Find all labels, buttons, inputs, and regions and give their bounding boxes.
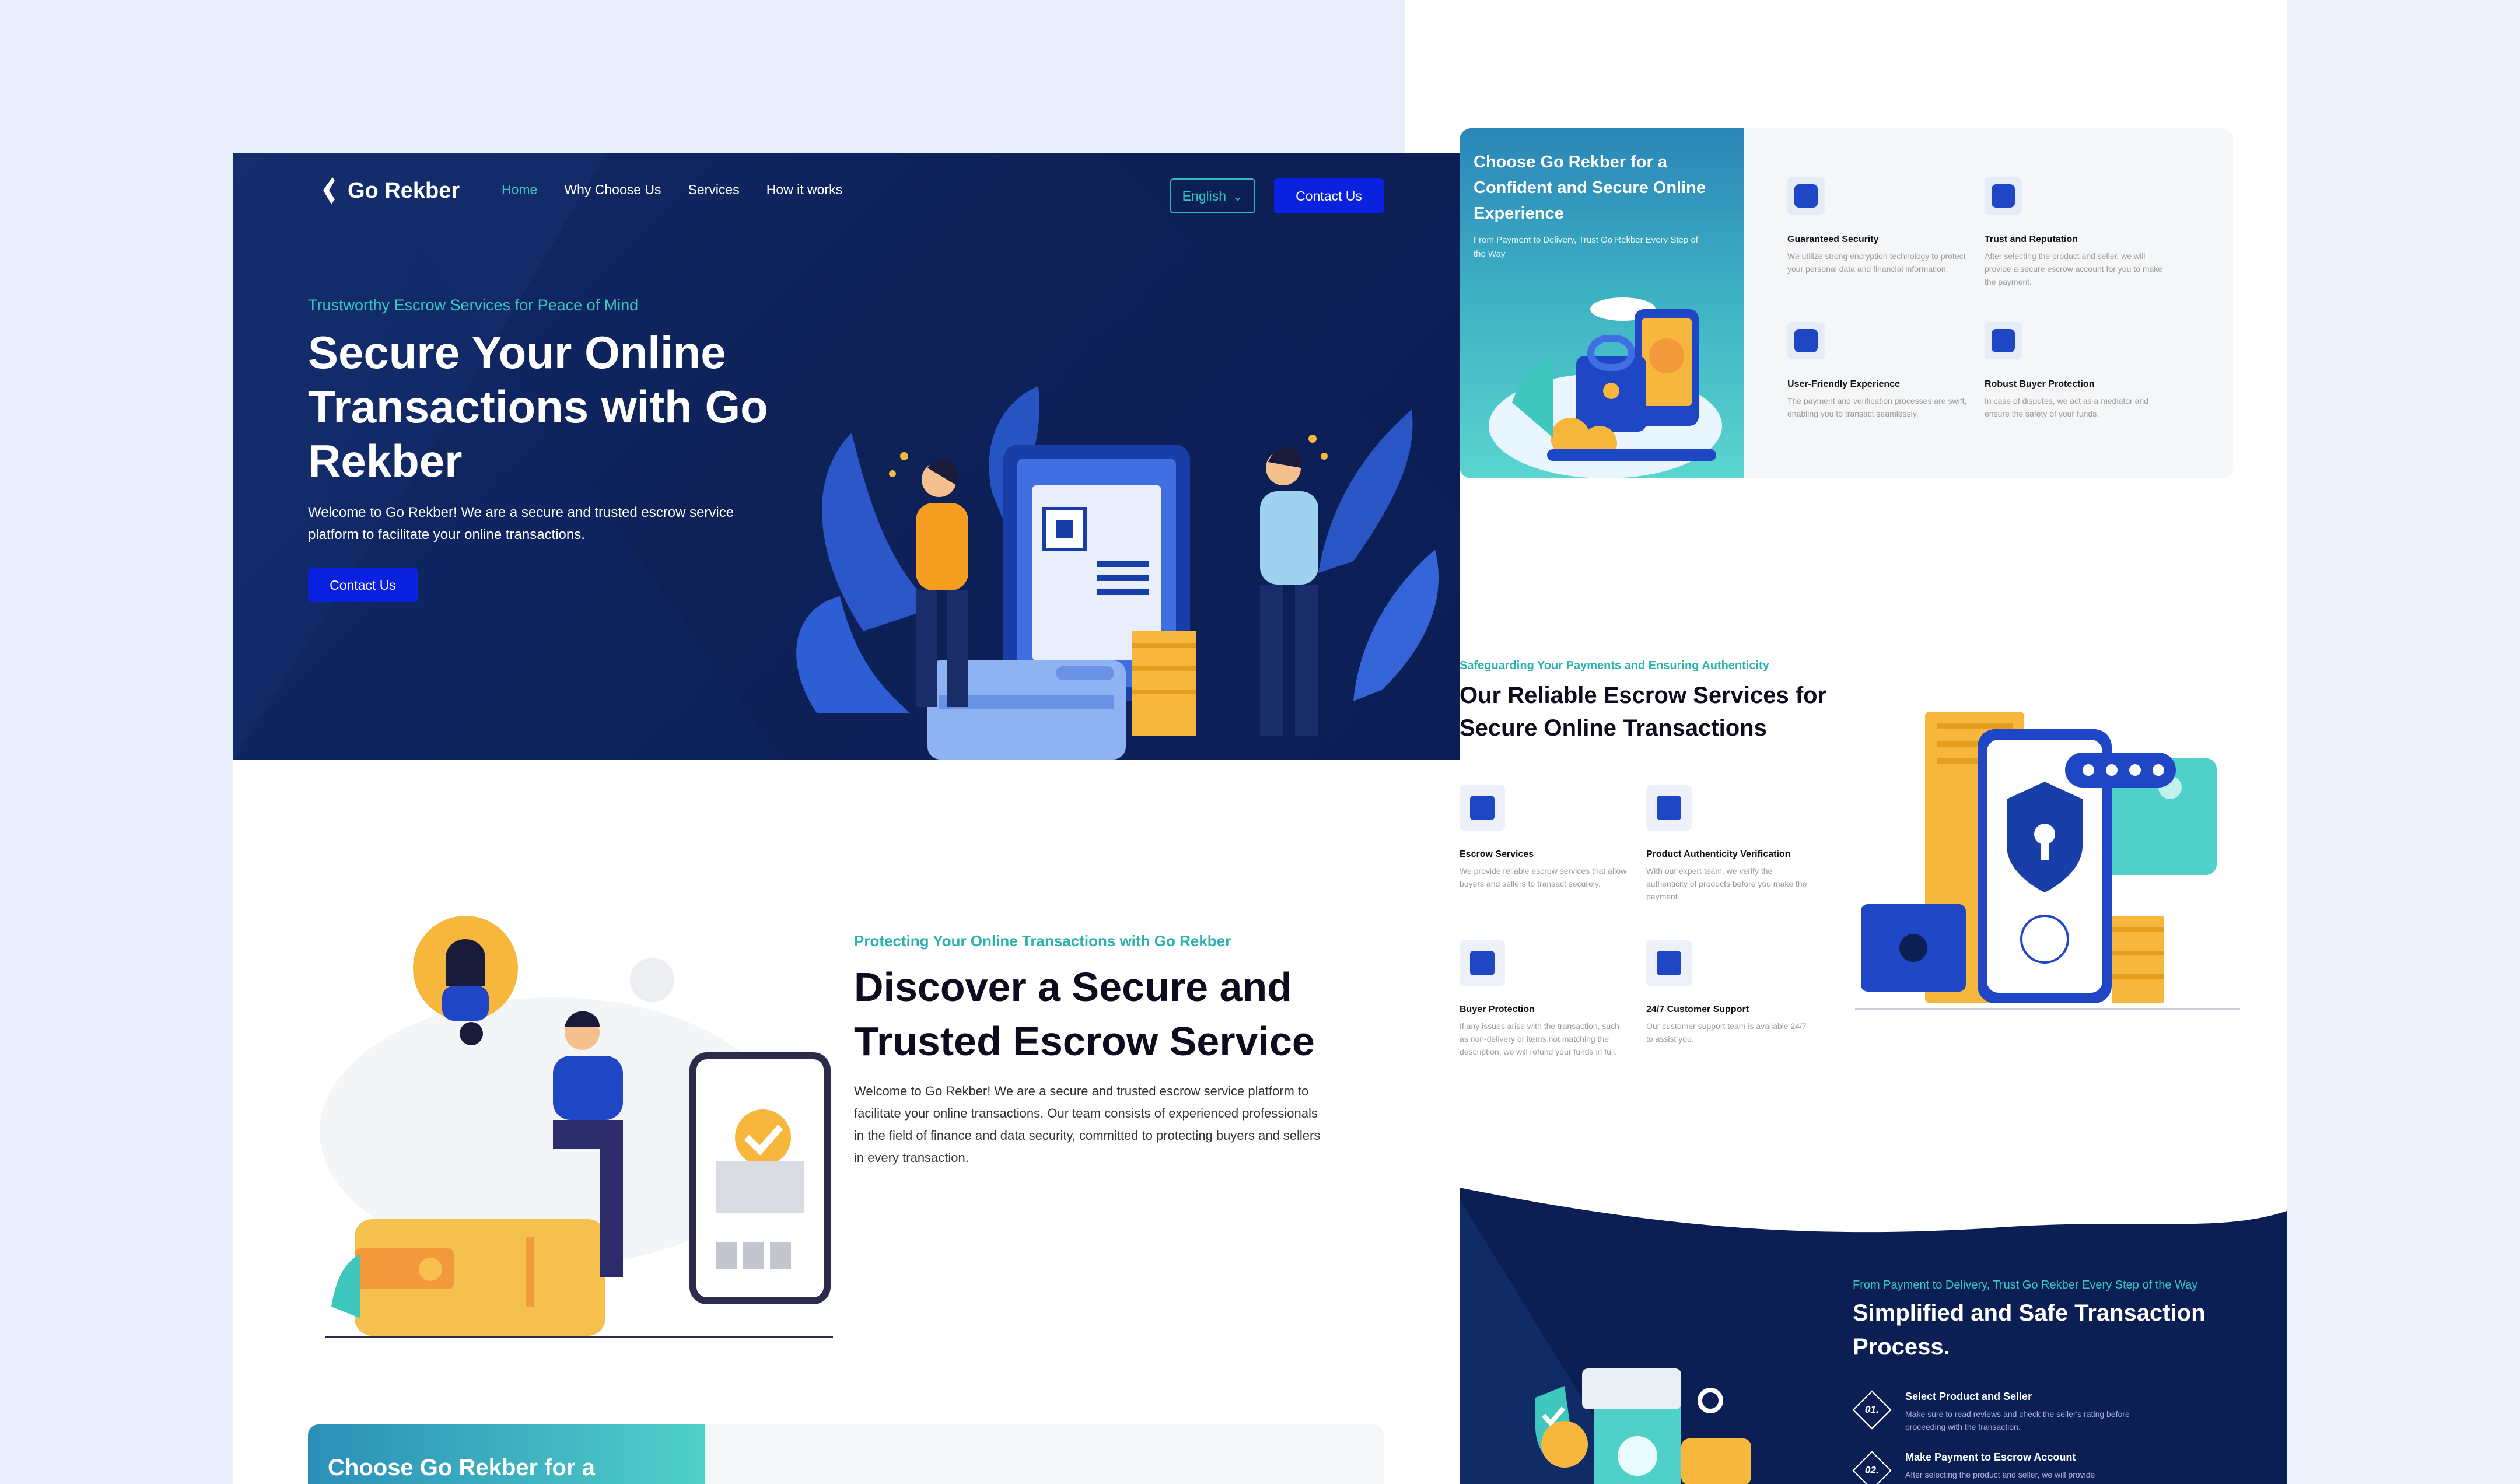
escrow-icon <box>1460 785 1505 831</box>
hero-title: Secure Your Online Transactions with Go … <box>308 327 768 487</box>
brand-logo[interactable]: Go Rekber <box>320 176 460 205</box>
feature-description: We utilize strong encryption technology … <box>1787 251 1966 274</box>
buyer-protection-icon <box>1460 940 1505 986</box>
nav-link-services[interactable]: Services <box>688 182 740 198</box>
service-description: We provide reliable escrow services that… <box>1460 866 1627 888</box>
verification-icon <box>1646 785 1692 831</box>
smile-icon <box>1787 322 1825 359</box>
hero-contact-button[interactable]: Contact Us <box>308 568 418 602</box>
feature-user-friendly: User-Friendly Experience The payment and… <box>1787 322 1974 420</box>
shield-icon <box>1787 177 1825 215</box>
nav-link-why-choose-us[interactable]: Why Choose Us <box>564 182 661 198</box>
feature-description: In case of disputes, we act as a mediato… <box>1985 396 2148 418</box>
language-value: English <box>1182 188 1227 204</box>
feature-description: The payment and verification processes a… <box>1787 396 1967 418</box>
feature-title: Robust Buyer Protection <box>1985 379 2095 389</box>
service-title: Escrow Services <box>1460 849 1534 859</box>
why-choose-illustration <box>1489 298 1722 478</box>
process-section: From Payment to Delivery, Trust Go Rekbe… <box>1460 1188 2287 1484</box>
discover-eyebrow: Protecting Your Online Transactions with… <box>854 932 1231 950</box>
landing-page-desktop: Go Rekber Home Why Choose Us Services Ho… <box>233 153 1460 1484</box>
buyer-protection-icon <box>1985 322 2022 359</box>
hero-description: Welcome to Go Rekber! We are a secure an… <box>308 505 734 542</box>
nav-links: Home Why Choose Us Services How it works <box>502 182 842 198</box>
service-authenticity: Product Authenticity Verification With o… <box>1646 785 1815 903</box>
services-title: Our Reliable Escrow Services for Secure … <box>1460 682 1827 741</box>
service-description: With our expert team, we verify the auth… <box>1646 866 1807 901</box>
why-choose-subtitle: From Payment to Delivery, Trust Go Rekbe… <box>1474 235 1698 259</box>
service-title: Buyer Protection <box>1460 1005 1535 1014</box>
service-customer-support: 24/7 Customer Support Our customer suppo… <box>1646 940 1815 1045</box>
services-eyebrow: Safeguarding Your Payments and Ensuring … <box>1460 659 1769 672</box>
brand-name: Go Rekber <box>348 178 460 203</box>
service-title: Product Authenticity Verification <box>1646 849 1791 859</box>
hero-eyebrow: Trustworthy Escrow Services for Peace of… <box>308 296 639 314</box>
process-title: Simplified and Safe Transaction Process. <box>1853 1300 2206 1360</box>
feature-title: Guaranteed Security <box>1787 235 1879 244</box>
step-description: After selecting the product and seller, … <box>1905 1470 2095 1479</box>
feature-guaranteed-security: Guaranteed Security We utilize strong en… <box>1787 177 1974 275</box>
chevron-down-icon: ⌄ <box>1232 188 1244 204</box>
feature-description: After selecting the product and seller, … <box>1985 251 2163 286</box>
background-edge <box>2287 0 2520 1484</box>
why-choose-title: Choose Go Rekber for a Confident and Sec… <box>1474 153 1706 223</box>
nav-link-how-it-works[interactable]: How it works <box>766 182 842 198</box>
process-illustration <box>1535 1368 1751 1484</box>
hero-illustration <box>796 386 1438 760</box>
support-icon <box>1646 940 1692 986</box>
hero-section: Go Rekber Home Why Choose Us Services Ho… <box>233 153 1460 760</box>
feature-trust-reputation: Trust and Reputation After selecting the… <box>1985 177 2171 288</box>
feature-buyer-protection: Robust Buyer Protection In case of dispu… <box>1985 322 2171 420</box>
top-navbar: Go Rekber Home Why Choose Us Services Ho… <box>233 153 1460 235</box>
process-step-1: 01. Select Product and Seller Make sure … <box>1852 1390 2162 1433</box>
nav-contact-button[interactable]: Contact Us <box>1274 178 1384 214</box>
service-title: 24/7 Customer Support <box>1646 1005 1749 1014</box>
feature-title: Trust and Reputation <box>1985 235 2078 244</box>
step-title: Select Product and Seller <box>1905 1391 2032 1402</box>
process-step-2: 02. Make Payment to Escrow Account After… <box>1852 1451 2162 1484</box>
logo-icon <box>323 177 335 204</box>
discover-title: Discover a Secure and Trusted Escrow Ser… <box>854 964 1315 1064</box>
why-choose-section: Choose Go Rekber for a Confident and Sec… <box>1460 128 2233 478</box>
choose-preview-panel: Choose Go Rekber for a <box>308 1424 705 1484</box>
choose-preview-title: Choose Go Rekber for a <box>328 1455 595 1480</box>
service-description: If any issues arise with the transaction… <box>1460 1021 1619 1056</box>
why-choose-panel: Choose Go Rekber for a Confident and Sec… <box>1460 128 1744 478</box>
step-title: Make Payment to Escrow Account <box>1905 1451 2076 1463</box>
step-description: Make sure to read reviews and check the … <box>1905 1409 2130 1432</box>
discover-description: Welcome to Go Rekber! We are a secure an… <box>854 1084 1321 1165</box>
step-number-badge: 02. <box>1852 1451 1892 1484</box>
step-number-badge: 01. <box>1852 1390 1892 1430</box>
choose-section-preview: Choose Go Rekber for a <box>308 1424 1384 1484</box>
nav-link-home[interactable]: Home <box>502 182 537 198</box>
service-description: Our customer support team is available 2… <box>1646 1021 1807 1044</box>
service-escrow: Escrow Services We provide reliable escr… <box>1460 785 1629 890</box>
process-eyebrow: From Payment to Delivery, Trust Go Rekbe… <box>1853 1279 2198 1292</box>
feature-title: User-Friendly Experience <box>1787 379 1900 389</box>
service-buyer-protection: Buyer Protection If any issues arise wit… <box>1460 940 1629 1058</box>
discover-illustration <box>320 916 833 1338</box>
language-select[interactable]: English ⌄ <box>1170 178 1255 214</box>
handshake-icon <box>1985 177 2022 215</box>
services-illustration <box>1855 712 2240 1010</box>
